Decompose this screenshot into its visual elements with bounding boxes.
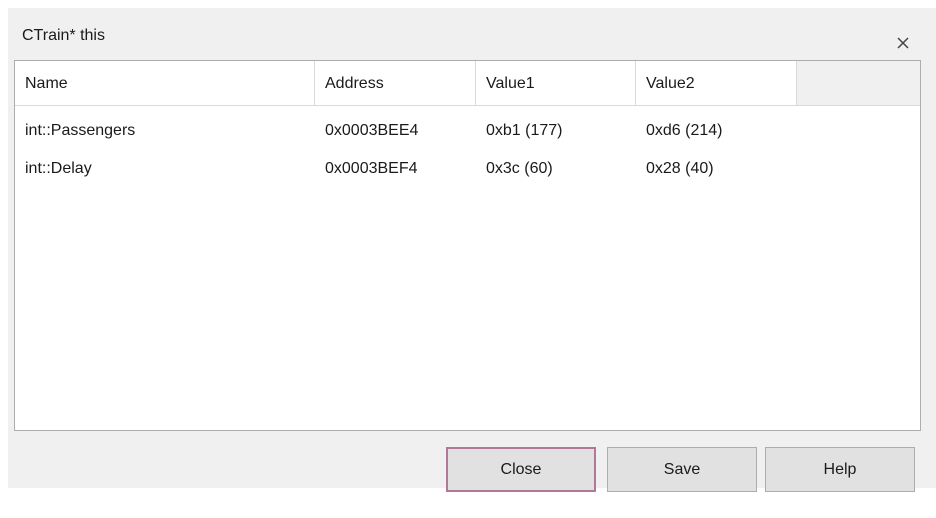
table-row[interactable]: int::Delay 0x0003BEF4 0x3c (60) 0x28 (40… — [15, 154, 920, 184]
column-header-value1[interactable]: Value1 — [476, 61, 636, 105]
column-header-name[interactable]: Name — [15, 61, 315, 105]
cell-value2: 0xd6 (214) — [646, 122, 723, 139]
close-icon[interactable] — [893, 33, 913, 53]
help-button[interactable]: Help — [765, 447, 915, 492]
close-button[interactable]: Close — [446, 447, 596, 492]
column-header-address[interactable]: Address — [315, 61, 476, 105]
cell-value1: 0xb1 (177) — [486, 122, 563, 139]
table-row[interactable]: int::Passengers 0x0003BEE4 0xb1 (177) 0x… — [15, 116, 920, 146]
cell-value1: 0x3c (60) — [486, 160, 553, 177]
cell-name: int::Delay — [25, 160, 92, 177]
variables-list[interactable]: Name Address Value1 Value2 int::Passenge… — [14, 60, 921, 431]
cell-name: int::Passengers — [25, 122, 136, 139]
column-header-filler — [797, 61, 920, 105]
cell-address: 0x0003BEF4 — [325, 160, 418, 177]
column-header-value2[interactable]: Value2 — [636, 61, 797, 105]
cell-address: 0x0003BEE4 — [325, 122, 419, 139]
cell-value2: 0x28 (40) — [646, 160, 714, 177]
list-header: Name Address Value1 Value2 — [15, 61, 920, 106]
save-button[interactable]: Save — [607, 447, 757, 492]
dialog-title: CTrain* this — [22, 27, 105, 44]
